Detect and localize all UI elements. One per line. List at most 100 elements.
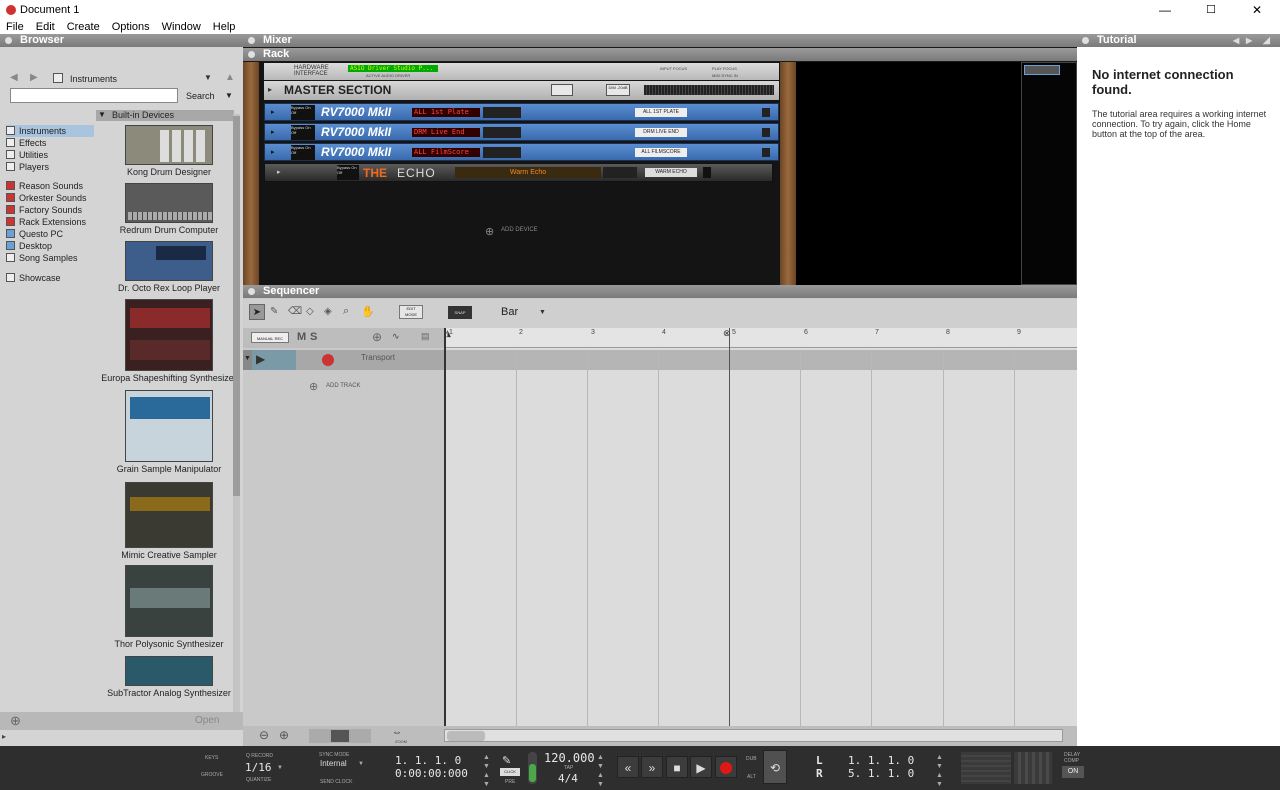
device-dr-octo-rex[interactable]: Dr. Octo Rex Loop Player (100, 241, 238, 293)
click-button[interactable]: CLICK (500, 768, 520, 776)
hardware-interface-device[interactable]: HARDWARE INTERFACE ASIO Driver Studio P.… (264, 63, 779, 80)
location-reason-sounds[interactable]: Reason Sounds (6, 180, 94, 192)
location-rack-extensions[interactable]: Rack Extensions (6, 216, 94, 228)
search-button[interactable]: Search (186, 91, 215, 101)
open-button[interactable]: Open (195, 715, 219, 726)
scrollbar-thumb[interactable] (233, 116, 240, 496)
add-icon[interactable]: ⊕ (372, 330, 382, 344)
time-signature-display[interactable]: 4/4 (558, 772, 578, 785)
device-fold-icon[interactable]: ▸ (271, 108, 275, 116)
waveform-icon[interactable] (551, 84, 573, 96)
right-locator-display[interactable]: 5. 1. 1. 0 (848, 767, 914, 780)
q-record-label[interactable]: Q RECORD (246, 753, 273, 759)
arrangement-area[interactable]: 1 2 3 4 5 6 7 8 9 ◮ ⊗ (444, 328, 1077, 726)
chevron-down-icon[interactable]: ▼ (539, 309, 546, 316)
location-dropdown[interactable]: Instruments (70, 74, 117, 84)
hand-tool-icon[interactable]: ✋ (361, 305, 375, 318)
rv7000-device-1[interactable]: ▸ Bypass On Off RV7000 MkII ALL 1st Plat… (264, 103, 779, 121)
location-factory-sounds[interactable]: Factory Sounds (6, 204, 94, 216)
location-instruments[interactable]: Instruments (6, 125, 94, 137)
rewind-button[interactable]: « (617, 756, 639, 778)
play-button[interactable]: ▶ (690, 756, 712, 778)
groove-label[interactable]: GROOVE (201, 772, 223, 778)
song-position-display[interactable]: 1. 1. 1. 0 (395, 754, 461, 767)
quantize-value[interactable]: 1/16 (245, 761, 272, 774)
browser-scrollbar[interactable] (233, 114, 240, 714)
menu-edit[interactable]: Edit (30, 20, 61, 34)
quantize-button[interactable]: QUANTIZE (246, 777, 271, 783)
up-icon[interactable]: ▲ (225, 72, 235, 83)
tap-tempo-button[interactable]: TAP (564, 765, 573, 771)
sync-dropdown-icon[interactable]: ▼ (358, 761, 364, 767)
mute-tool-icon[interactable]: ◈ (324, 306, 332, 317)
location-orkester-sounds[interactable]: Orkester Sounds (6, 192, 94, 204)
ruler[interactable]: 1 2 3 4 5 6 7 8 9 (444, 328, 1077, 348)
transport-track-row[interactable]: ▼ ▶ Transport (243, 350, 444, 370)
device-menu-icon[interactable] (762, 128, 770, 137)
patch-browse-buttons[interactable] (483, 147, 521, 158)
location-effects[interactable]: Effects (6, 137, 94, 149)
device-tape-label[interactable]: WARM ECHO (645, 168, 697, 177)
select-tool-icon[interactable]: ➤ (249, 304, 265, 320)
menu-help[interactable]: Help (207, 20, 242, 34)
add-device-button[interactable]: ADD DEVICE (501, 227, 538, 233)
edit-mode-button[interactable]: EDIT MODE (399, 305, 423, 319)
razor-tool-icon[interactable]: ◇ (306, 306, 314, 317)
pencil-tool-icon[interactable]: ✎ (270, 306, 278, 317)
tutorial-forward-icon[interactable]: ▶ (1246, 34, 1252, 47)
location-desktop[interactable]: Desktop (6, 240, 94, 252)
patch-browse-buttons[interactable] (483, 127, 521, 138)
snap-button[interactable]: SNAP (448, 306, 472, 319)
keys-label[interactable]: KEYS (205, 755, 218, 761)
device-tape-label[interactable]: ALL 1ST PLATE (635, 108, 687, 117)
fast-forward-button[interactable]: » (641, 756, 663, 778)
transport-lane[interactable] (444, 350, 1077, 370)
add-track-icon[interactable]: ⊕ (309, 380, 318, 393)
automation-icon[interactable]: ∿ (392, 331, 400, 342)
sync-mode-dropdown[interactable]: Internal (320, 759, 347, 768)
left-locator-icon[interactable]: ◮ (444, 328, 451, 339)
device-kong[interactable]: Kong Drum Designer (100, 125, 238, 177)
menu-options[interactable]: Options (106, 20, 156, 34)
menu-window[interactable]: Window (156, 20, 207, 34)
magnify-tool-icon[interactable]: ⌕ (343, 305, 349, 318)
back-icon[interactable]: ◀ (10, 72, 18, 83)
patch-display[interactable]: ALL 1st Plate (412, 108, 480, 117)
location-players[interactable]: Players (6, 161, 94, 173)
tutorial-back-icon[interactable]: ◀ (1233, 34, 1239, 47)
bypass-switch[interactable]: Bypass On Off (291, 105, 315, 120)
rack-header[interactable]: Rack (243, 48, 1077, 61)
maximize-button[interactable]: ☐ (1188, 0, 1234, 20)
left-locator-display[interactable]: 1. 1. 1. 0 (848, 754, 914, 767)
scrollbar-thumb[interactable] (447, 731, 485, 741)
snap-value-dropdown[interactable]: Bar (501, 306, 518, 318)
device-menu-icon[interactable] (762, 108, 770, 117)
alt-button[interactable]: ALT (747, 774, 756, 780)
bypass-switch[interactable]: Bypass On Off (337, 165, 359, 180)
forward-icon[interactable]: ▶ (30, 72, 38, 83)
dim-button[interactable]: DIM -20dB (606, 84, 630, 96)
menu-create[interactable]: Create (61, 20, 106, 34)
master-section-device[interactable]: ▸ MASTER SECTION DIM -20dB (264, 81, 779, 100)
click-level-slider[interactable] (528, 752, 537, 784)
patch-browse-buttons[interactable] (483, 107, 521, 118)
device-menu-icon[interactable] (762, 148, 770, 157)
location-song-samples[interactable]: Song Samples (6, 252, 94, 264)
delay-comp-toggle[interactable]: ON (1062, 766, 1084, 778)
rv7000-device-2[interactable]: ▸ Bypass On Off RV7000 MkII DRM Live End… (264, 123, 779, 141)
add-location-icon[interactable]: ⊕ (10, 713, 21, 729)
zoom-fit-icon[interactable]: ⇔ (392, 727, 402, 738)
eraser-tool-icon[interactable]: ⌫ (288, 306, 302, 317)
search-options-icon[interactable]: ▼ (225, 91, 233, 100)
add-device-icon[interactable]: ⊕ (485, 225, 494, 238)
patch-display[interactable]: Warm Echo (455, 167, 601, 178)
patch-display[interactable]: DRM Live End (412, 128, 480, 137)
record-button[interactable] (715, 756, 737, 778)
device-fold-icon[interactable]: ▸ (271, 148, 275, 156)
solo-all-button[interactable]: S (310, 331, 317, 343)
location-questo-pc[interactable]: Questo PC (6, 228, 94, 240)
patch-browse-buttons[interactable] (603, 167, 637, 178)
patch-display[interactable]: ALL FilmScore (412, 148, 480, 157)
bypass-switch[interactable]: Bypass On Off (291, 125, 315, 140)
bypass-switch[interactable]: Bypass On Off (291, 145, 315, 160)
